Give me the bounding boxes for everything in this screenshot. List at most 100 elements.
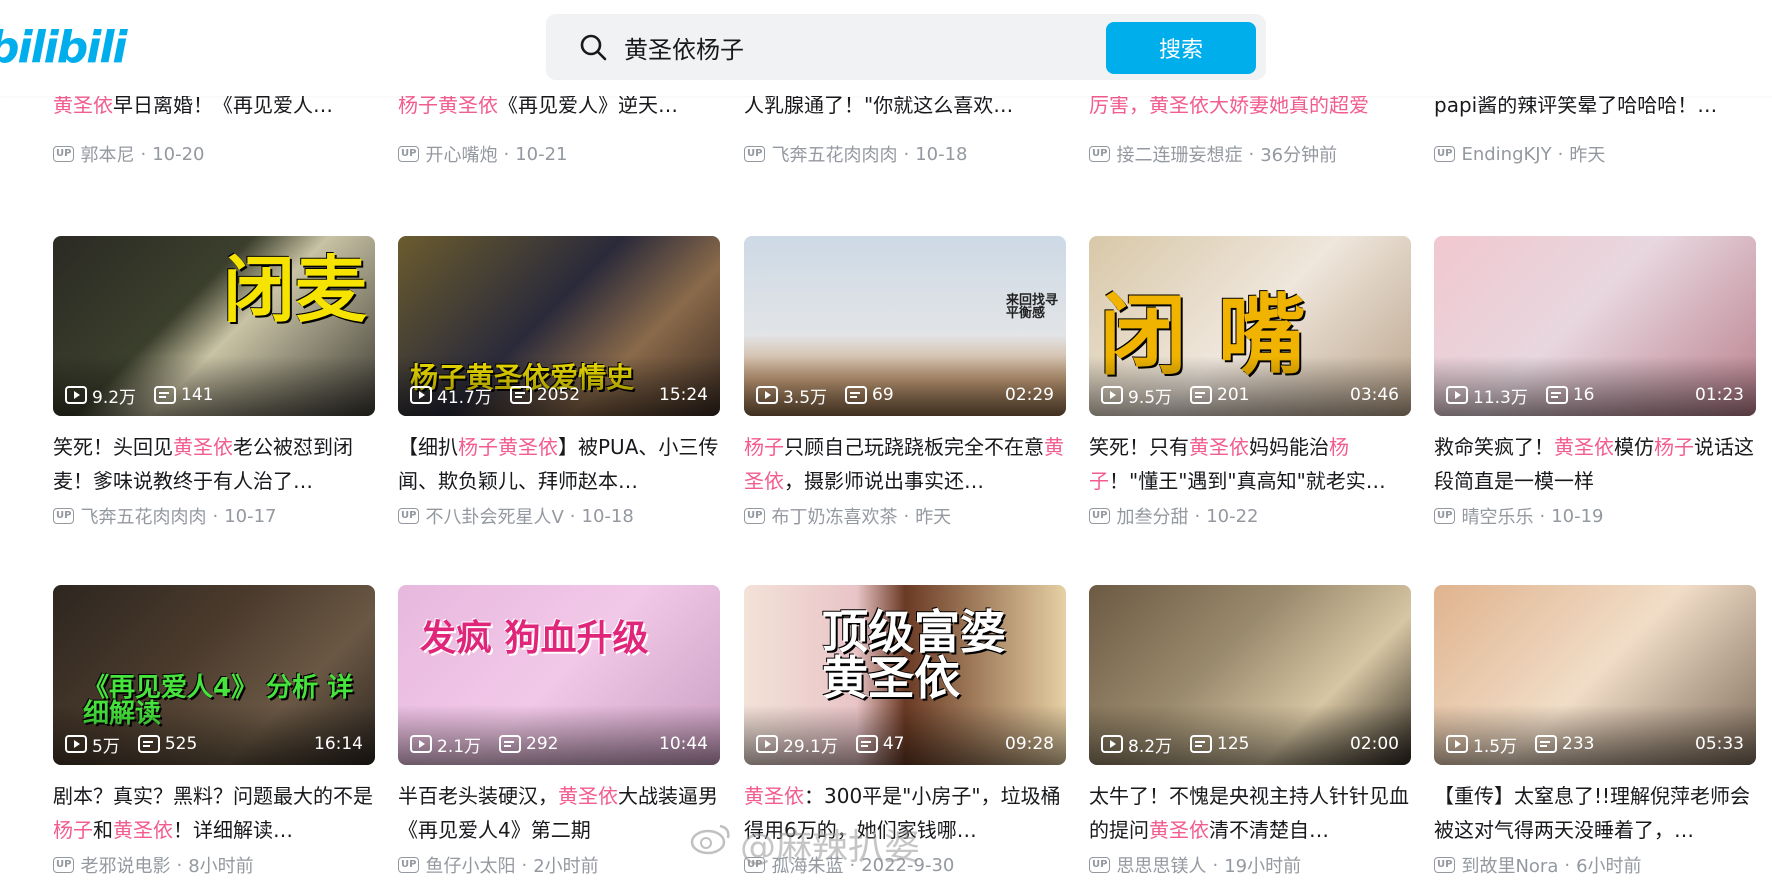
video-title[interactable]: 救命笑疯了！黄圣依模仿杨子说话这段简直是一模一样 <box>1434 430 1756 498</box>
view-count-text: 9.2万 <box>92 387 137 408</box>
search-input[interactable] <box>624 24 1004 70</box>
uploader-name[interactable]: 接二连珊妄想症 <box>1116 141 1242 167</box>
video-card[interactable]: 闭麦 9.2万 141 笑死！头回见黄圣依老公被怼到闭麦！爹味说教终于有人治了… UP 飞… <box>53 236 375 528</box>
view-count: 9.2万 <box>65 383 136 408</box>
play-count-icon <box>1101 386 1123 404</box>
danmaku-icon <box>845 386 868 404</box>
uploader-name[interactable]: 布丁奶冻喜欢茶 <box>771 503 897 529</box>
video-thumbnail[interactable]: 闭 嘴 9.5万 201 03:46 <box>1089 236 1411 416</box>
video-title[interactable]: 太牛了！不愧是央视主持人针针见血的提问黄圣依清不清楚自… <box>1089 779 1411 847</box>
title-text: 和 <box>93 818 113 842</box>
danmaku-count-text: 292 <box>526 734 559 754</box>
upload-date: 10-20 <box>152 143 205 165</box>
video-title[interactable]: 笑死！只有黄圣依妈妈能治杨子！"懂王"遇到"真高知"就老实… <box>1089 430 1411 498</box>
uploader-name[interactable]: 思思思镁人 <box>1116 852 1206 878</box>
view-count: 3.5万 <box>756 383 827 408</box>
danmaku-icon <box>1190 386 1213 404</box>
danmaku-icon <box>509 386 532 404</box>
video-thumbnail[interactable]: 8.2万 125 02:00 <box>1089 585 1411 765</box>
video-meta: UP EndingKJY · 昨天 <box>1434 142 1756 166</box>
uploader-name[interactable]: 郭本尼 <box>80 141 134 167</box>
search-bar: 搜索 <box>546 14 1266 80</box>
up-badge-icon: UP <box>53 508 75 524</box>
keyword-highlight: 黄圣依 <box>1149 93 1209 117</box>
video-title[interactable]: 笑死！头回见黄圣依老公被怼到闭麦！爹味说教终于有人治了… <box>53 430 375 498</box>
video-meta: UP 到故里Nora · 6小时前 <box>1434 853 1756 877</box>
search-button[interactable]: 搜索 <box>1106 22 1256 74</box>
uploader-name[interactable]: 飞奔五花肉肉肉 <box>771 141 897 167</box>
video-thumbnail[interactable]: 杨子黄圣依爱情史41.7万205215:24 <box>398 236 720 416</box>
video-card[interactable]: 闭 嘴 9.5万 201 03:46 笑死！只有黄圣依妈妈能治杨子！"懂王"遇到"真高知… <box>1089 236 1411 528</box>
uploader-name[interactable]: 鱼仔小太阳 <box>425 852 515 878</box>
view-count-text: 1.5万 <box>1473 736 1518 757</box>
weibo-watermark-icon <box>690 824 730 855</box>
play-count-icon <box>1446 735 1468 753</box>
keyword-highlight: 黄圣依 <box>1554 435 1614 459</box>
video-thumbnail[interactable]: 11.3万 16 01:23 <box>1434 236 1756 416</box>
video-duration: 15:24 <box>659 385 708 405</box>
video-thumbnail[interactable]: 闭麦 9.2万 141 <box>53 236 375 416</box>
uploader-name[interactable]: 加叁分甜 <box>1116 503 1188 529</box>
danmaku-count: 292 <box>499 734 559 754</box>
video-stats: 29.1万 47 09:28 <box>756 733 1054 757</box>
separator-dot: · <box>503 143 510 165</box>
video-card[interactable]: 发疯 狗血升级 2.1万 292 10:44 半百老头装硬汉，黄圣依大战装逼男《再见爱人… <box>398 585 720 877</box>
keyword-highlight: 杨子 <box>398 93 438 117</box>
view-count-text: 41.7万 <box>437 387 492 408</box>
video-title[interactable]: 【重传】太窒息了!!理解倪萍老师会被这对气得两天没睡着了，… <box>1434 779 1756 847</box>
view-count: 8.2万 <box>1101 732 1172 757</box>
video-card[interactable]: 1.5万 233 05:33 【重传】太窒息了!!理解倪萍老师会被这对气得两天没睡着了… <box>1434 585 1756 877</box>
uploader-name[interactable]: 飞奔五花肉肉肉 <box>80 503 206 529</box>
video-thumbnail[interactable]: 来回找寻 平衡感 3.5万 69 02:29 <box>744 236 1066 416</box>
video-card[interactable]: 来回找寻 平衡感 3.5万 69 02:29 杨子只顾自己玩跷跷板完全不在意黄圣依，摄影… <box>744 236 1066 528</box>
uploader-name[interactable]: 开心嘴炮 <box>425 141 497 167</box>
danmaku-count: 525 <box>137 734 197 754</box>
play-count-icon <box>756 735 778 753</box>
video-stats: 11.3万 16 01:23 <box>1446 384 1744 408</box>
video-title[interactable]: 剧本？真实？黑料？问题最大的不是杨子和黄圣依！详细解读… <box>53 779 375 847</box>
upload-date: 10-21 <box>515 143 568 165</box>
keyword-highlight: 黄圣依 <box>558 784 618 808</box>
video-duration: 16:14 <box>314 734 363 754</box>
uploader-name[interactable]: 老邪说电影 <box>80 852 170 878</box>
danmaku-icon <box>154 386 177 404</box>
watermark-text: @麻辣扒婆 <box>740 827 921 868</box>
title-text: 救命笑疯了！ <box>1434 435 1554 459</box>
play-count-icon <box>410 735 432 753</box>
video-thumbnail[interactable]: 发疯 狗血升级 2.1万 292 10:44 <box>398 585 720 765</box>
separator-dot: · <box>140 143 147 165</box>
video-title[interactable]: 【细扒杨子黄圣依】被PUA、小三传闻、欺负颖儿、拜师赵本… <box>398 430 720 498</box>
title-text: 模仿 <box>1614 435 1654 459</box>
video-card[interactable]: 11.3万 16 01:23 救命笑疯了！黄圣依模仿杨子说话这段简直是一模一样 UP 晴空… <box>1434 236 1756 528</box>
uploader-name[interactable]: 不八卦会死星人V <box>425 503 563 529</box>
video-thumbnail[interactable]: 1.5万 233 05:33 <box>1434 585 1756 765</box>
keyword-highlight: 黄圣依 <box>53 93 113 117</box>
upload-date: 昨天 <box>915 507 952 528</box>
keyword-highlight: 黄圣依 <box>498 435 558 459</box>
title-text: 早日离婚！《再见爱人… <box>113 93 333 117</box>
video-title[interactable]: 杨子只顾自己玩跷跷板完全不在意黄圣依，摄影师说出事实还… <box>744 430 1066 498</box>
keyword-highlight: 黄圣依 <box>438 93 498 117</box>
video-thumbnail[interactable]: 顶级富婆 黄圣依 29.1万 47 09:28 <box>744 585 1066 765</box>
separator-dot: · <box>1212 854 1219 876</box>
upload-date: 昨天 <box>1569 145 1606 166</box>
danmaku-icon <box>855 735 878 753</box>
bilibili-logo[interactable]: bilibili <box>0 26 127 70</box>
danmaku-count-text: 47 <box>882 734 905 754</box>
video-thumbnail[interactable]: 《再见爱人4》 分析 详细解读5万52516:14 <box>53 585 375 765</box>
video-card[interactable]: 《再见爱人4》 分析 详细解读5万52516:14剧本？真实？黑料？问题最大的不… <box>53 585 375 877</box>
danmaku-count-text: 141 <box>181 385 214 405</box>
title-text: 剧本？真实？黑料？问题最大的不是 <box>53 784 373 808</box>
title-text: ，摄影师说出事实还… <box>784 469 984 493</box>
uploader-name[interactable]: 到故里Nora <box>1461 852 1558 878</box>
video-card[interactable]: 杨子黄圣依爱情史41.7万205215:24 【细扒杨子黄圣依】被PUA、小三传闻… <box>398 236 720 528</box>
uploader-name[interactable]: EndingKJY <box>1461 144 1551 165</box>
up-badge-icon: UP <box>1089 146 1111 162</box>
uploader-name[interactable]: 晴空乐乐 <box>1461 503 1533 529</box>
video-card[interactable]: 8.2万 125 02:00 太牛了！不愧是央视主持人针针见血的提问黄圣依清不清楚自…… <box>1089 585 1411 877</box>
video-stats: 9.2万 141 <box>65 383 363 408</box>
title-text: 半百老头装硬汉， <box>398 784 558 808</box>
video-meta: UP 鱼仔小太阳 · 2小时前 <box>398 853 720 877</box>
danmaku-count-text: 233 <box>1562 734 1595 754</box>
video-title[interactable]: 半百老头装硬汉，黄圣依大战装逼男《再见爱人4》第二期 <box>398 779 720 847</box>
